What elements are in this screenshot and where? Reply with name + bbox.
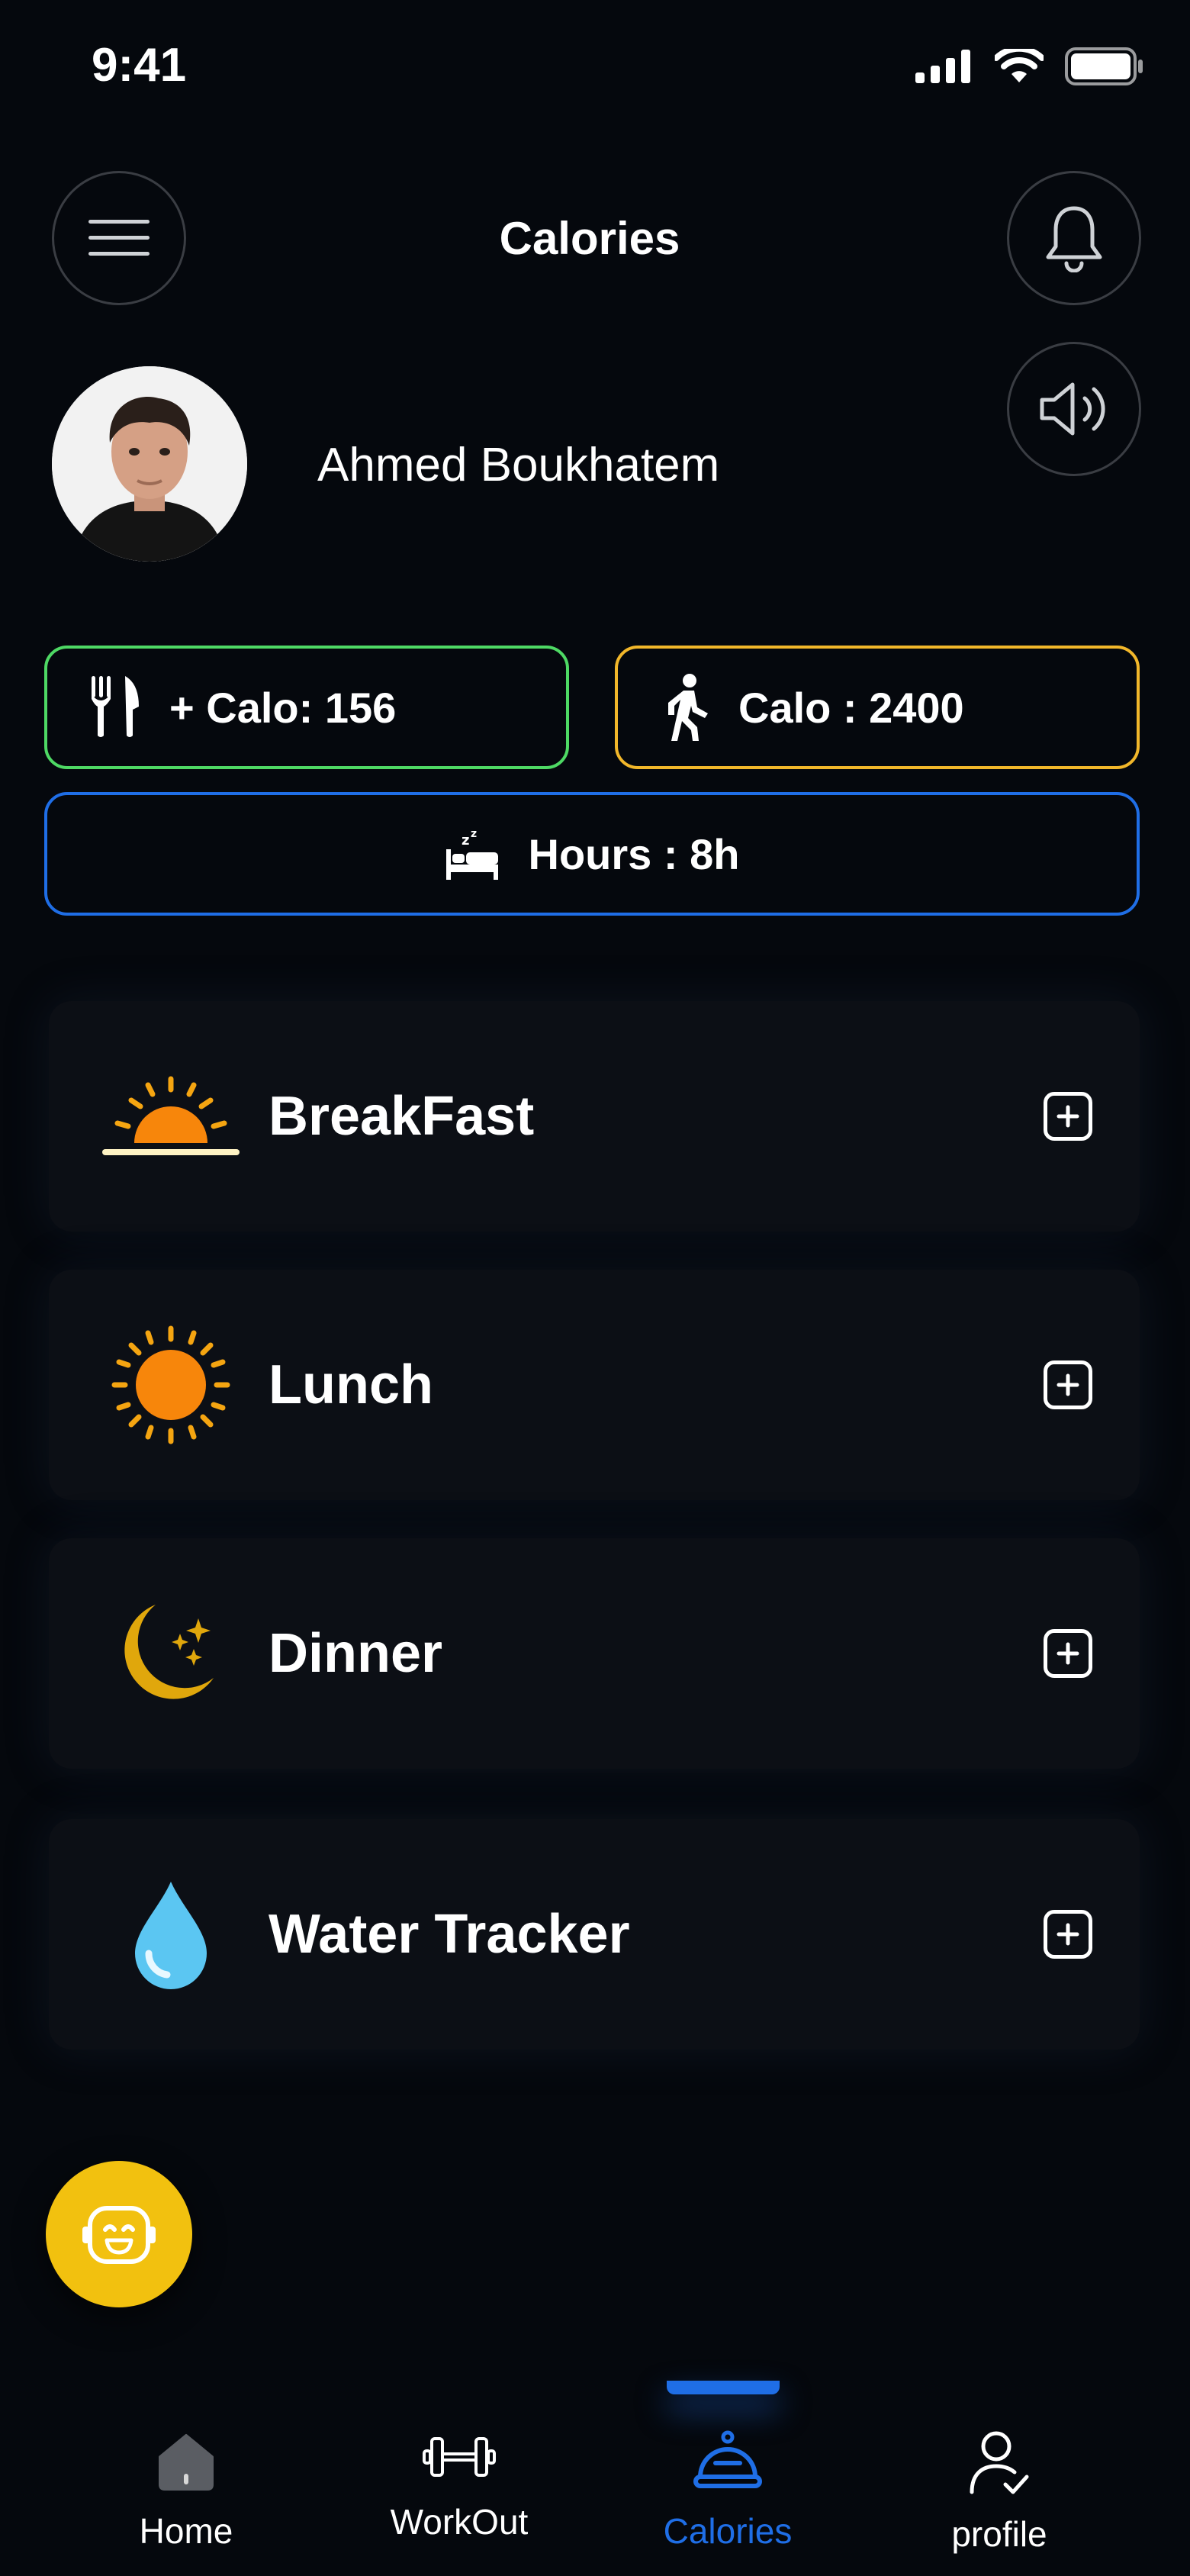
meal-label-dinner: Dinner (269, 1623, 443, 1684)
avatar[interactable] (52, 366, 247, 562)
nav-label-profile: profile (951, 2514, 1047, 2554)
dumbbell-icon (423, 2437, 496, 2477)
speaker-icon (1040, 382, 1105, 436)
meal-card-breakfast[interactable]: BreakFast (49, 1001, 1140, 1232)
status-time: 9:41 (92, 39, 187, 92)
bottom-navigation: Home WorkOut Calories profile (0, 2381, 1190, 2576)
food-cover-icon (693, 2430, 762, 2488)
nav-item-home[interactable]: Home (87, 2429, 285, 2552)
plus-icon (1057, 1923, 1079, 1946)
calories-burned-chip[interactable]: Calo : 2400 (615, 646, 1140, 769)
bell-icon (1046, 206, 1102, 272)
svg-text:z: z (471, 828, 477, 840)
nav-item-profile[interactable]: profile (900, 2429, 1098, 2555)
user-name: Ahmed Boukhatem (317, 439, 720, 491)
moon-icon (95, 1577, 247, 1730)
home-icon (159, 2434, 214, 2491)
nav-label-home: Home (139, 2511, 233, 2551)
sleep-hours-chip[interactable]: z z Hours : 8h (44, 792, 1140, 916)
plus-icon (1057, 1642, 1079, 1665)
active-tab-indicator (667, 2381, 780, 2394)
assistant-bot-button[interactable] (46, 2161, 192, 2307)
plus-icon (1057, 1373, 1079, 1396)
robot-face-icon (82, 2206, 156, 2264)
meal-card-water-tracker[interactable]: Water Tracker (49, 1819, 1140, 2050)
sound-button[interactable] (1007, 342, 1141, 476)
svg-text:z: z (462, 832, 469, 848)
meal-label-lunch: Lunch (269, 1354, 433, 1415)
status-bar: 9:41 (0, 0, 1190, 137)
meal-label-breakfast: BreakFast (269, 1086, 535, 1147)
notifications-button[interactable] (1007, 171, 1141, 305)
nav-label-workout: WorkOut (390, 2502, 529, 2542)
sleep-hours-label: Hours : 8h (528, 829, 740, 878)
add-breakfast-button[interactable] (1044, 1092, 1092, 1141)
signal-icon (915, 50, 970, 83)
avatar-portrait (52, 366, 247, 562)
walking-icon (665, 674, 709, 741)
sleep-bed-icon: z z (445, 826, 500, 881)
plus-icon (1057, 1105, 1079, 1128)
add-dinner-button[interactable] (1044, 1629, 1092, 1678)
sunrise-icon (95, 1040, 247, 1193)
battery-icon (1065, 47, 1143, 85)
nav-item-calories[interactable]: Calories (629, 2429, 827, 2552)
page-title: Calories (499, 213, 680, 264)
add-lunch-button[interactable] (1044, 1360, 1092, 1409)
nav-label-calories: Calories (663, 2511, 793, 2551)
calories-intake-label: + Calo: 156 (169, 683, 397, 732)
calories-burned-label: Calo : 2400 (738, 683, 964, 732)
nav-item-workout[interactable]: WorkOut (360, 2429, 558, 2542)
fork-knife-icon (92, 676, 140, 739)
meal-card-dinner[interactable]: Dinner (49, 1538, 1140, 1769)
add-water-button[interactable] (1044, 1910, 1092, 1959)
profile-icon (970, 2431, 1029, 2494)
calories-intake-chip[interactable]: + Calo: 156 (44, 646, 569, 769)
wifi-icon (995, 49, 1044, 82)
meal-label-water-tracker: Water Tracker (269, 1904, 630, 1965)
status-icons (915, 47, 1144, 85)
water-drop-icon (95, 1858, 247, 2011)
sun-icon (95, 1309, 247, 1461)
meal-card-lunch[interactable]: Lunch (49, 1270, 1140, 1500)
